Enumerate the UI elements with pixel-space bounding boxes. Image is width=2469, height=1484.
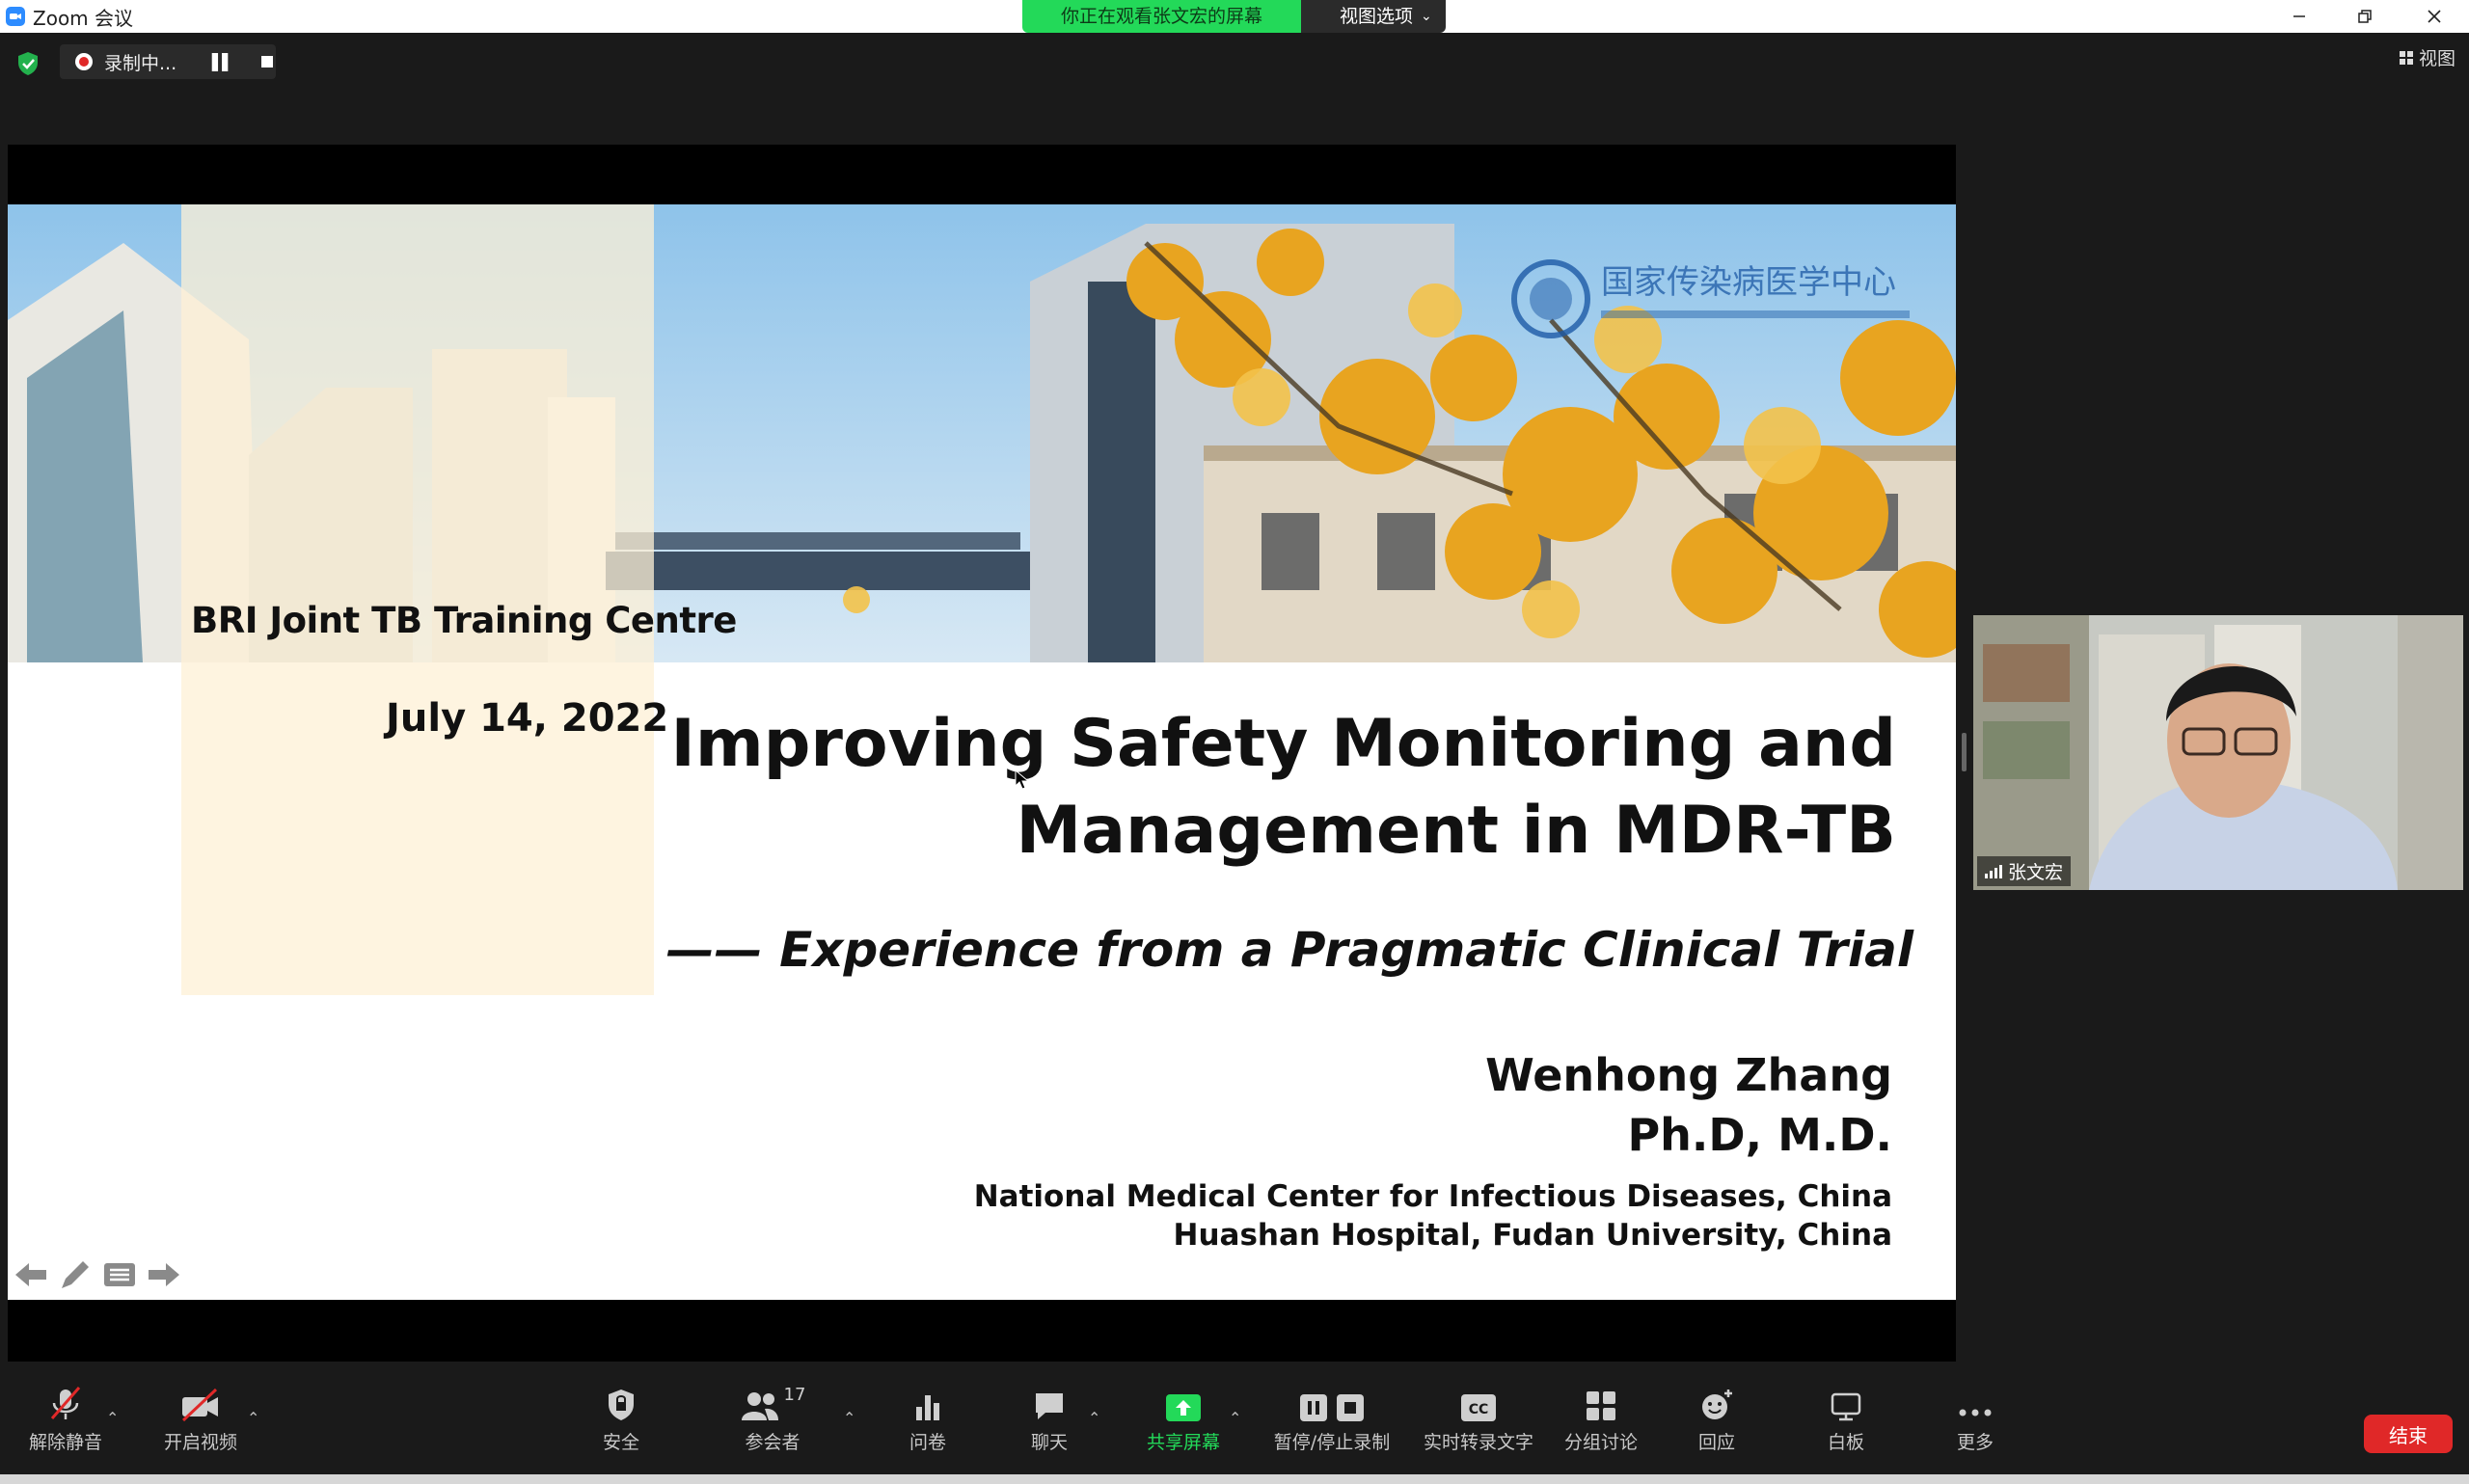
participant-name: 张文宏 (2008, 862, 2064, 883)
slideshow-controls (14, 1257, 181, 1292)
view-options-button[interactable]: 视图选项 ⌄ (1301, 0, 1446, 33)
participants-count: 17 (783, 1385, 806, 1405)
participant-video-tile[interactable]: 张文宏 (1973, 615, 2463, 890)
close-button[interactable] (2401, 0, 2467, 33)
restore-icon (2358, 10, 2372, 23)
svg-text:CC: CC (1469, 1402, 1489, 1417)
reactions-button[interactable]: 回应 (1690, 1374, 1744, 1474)
logo-text: 国家传染病医学中心 (1601, 263, 1896, 302)
grid-icon (2399, 50, 2413, 65)
slide-subtitle: —— Experience from a Pragmatic Clinical … (665, 922, 1913, 978)
more-button[interactable]: 更多 (1948, 1374, 2002, 1474)
mouse-cursor-icon (1015, 769, 1030, 790)
author-degree: Ph.D, M.D. (1627, 1109, 1892, 1161)
view-button[interactable]: 视图 (2399, 44, 2455, 70)
audio-options-chevron-icon[interactable]: ⌃ (106, 1409, 119, 1427)
meeting-top-strip: 录制中... ▌▌ 视图 (0, 33, 2469, 89)
whiteboard-icon (1831, 1392, 1861, 1421)
share-screen-label: 共享屏幕 (1146, 1432, 1220, 1453)
pause-stop-recording-label: 暂停/停止录制 (1273, 1432, 1391, 1453)
connection-signal-icon (1985, 864, 2002, 878)
breakout-rooms-label: 分组讨论 (1563, 1432, 1638, 1453)
participants-icon (741, 1392, 778, 1420)
share-notice: 你正在观看张文宏的屏幕 (1022, 0, 1302, 33)
share-options-chevron-icon[interactable]: ⌃ (1229, 1409, 1241, 1427)
affiliation-line1: National Medical Center for Infectious D… (973, 1179, 1892, 1214)
unmute-label: 解除静音 (28, 1432, 102, 1453)
stop-recording-icon[interactable] (260, 56, 273, 67)
shield-icon (609, 1390, 634, 1420)
share-screen-button[interactable]: 共享屏幕 (1138, 1374, 1229, 1474)
shared-screen: 国家传染病医学中心 BRI Joint TB Training Centre J… (8, 145, 1956, 1362)
whiteboard-label: 白板 (1827, 1432, 1864, 1453)
pause-icon (1300, 1394, 1327, 1421)
training-centre-label: BRI Joint TB Training Centre (191, 600, 737, 641)
zoom-logo-icon (6, 7, 25, 26)
chat-chevron-icon[interactable]: ⌃ (1088, 1409, 1100, 1427)
meeting-toolbar: 解除静音 ⌃ 开启视频 ⌃ 安全 17 参会者 ⌃ 问卷 聊天 ⌃ 共享屏幕 ⌃… (0, 1374, 2469, 1474)
end-meeting-button[interactable]: 结束 (2364, 1415, 2453, 1453)
more-label: 更多 (1956, 1432, 1994, 1453)
closed-captions-icon: CC (1461, 1394, 1496, 1421)
recording-label: 录制中... (104, 52, 177, 74)
panel-resize-handle[interactable] (1962, 733, 1967, 771)
participant-name-tag: 张文宏 (1977, 856, 2072, 886)
affiliation-line2: Huashan Hospital, Fudan University, Chin… (1173, 1218, 1892, 1253)
participant-video-feed (1973, 615, 2463, 890)
breakout-rooms-icon (1587, 1391, 1615, 1420)
polls-label: 问卷 (909, 1432, 946, 1453)
minimize-icon (2293, 15, 2305, 17)
smiley-icon (1702, 1390, 1732, 1419)
record-icon (75, 53, 93, 70)
polls-button[interactable]: 问卷 (901, 1374, 955, 1474)
reactions-label: 回应 (1697, 1432, 1735, 1453)
minimize-button[interactable] (2266, 0, 2332, 33)
window-title: Zoom 会议 (33, 6, 134, 30)
arrow-right-icon[interactable] (147, 1260, 181, 1289)
restore-button[interactable] (2332, 0, 2398, 33)
participants-label: 参会者 (745, 1432, 800, 1453)
live-transcript-button[interactable]: CC 实时转录文字 (1422, 1374, 1535, 1474)
unmute-button[interactable]: 解除静音 (23, 1374, 108, 1474)
pause-recording-icon[interactable]: ▌▌ (212, 53, 234, 71)
start-video-button[interactable]: 开启视频 (158, 1374, 243, 1474)
microphone-muted-icon (50, 1387, 81, 1419)
live-transcript-label: 实时转录文字 (1423, 1432, 1533, 1453)
participants-chevron-icon[interactable]: ⌃ (843, 1409, 855, 1427)
view-label: 视图 (2418, 48, 2455, 69)
bar-chart-icon (916, 1395, 939, 1420)
slide-title-line1: Improving Safety Monitoring and (670, 706, 1896, 782)
pause-stop-recording-button[interactable]: 暂停/停止录制 (1269, 1374, 1395, 1474)
view-options-label: 视图选项 (1340, 6, 1414, 27)
video-camera-off-icon (181, 1388, 218, 1422)
close-icon (2428, 10, 2441, 23)
stop-icon (1337, 1394, 1364, 1421)
arrow-left-icon[interactable] (14, 1260, 48, 1289)
author-name: Wenhong Zhang (1485, 1049, 1892, 1101)
slide-date: July 14, 2022 (386, 696, 669, 741)
more-dots-icon (1959, 1409, 1992, 1417)
video-options-chevron-icon[interactable]: ⌃ (247, 1409, 259, 1427)
share-screen-icon (1166, 1394, 1201, 1421)
pen-icon[interactable] (58, 1257, 93, 1292)
chat-bubble-icon (1036, 1393, 1063, 1419)
title-bar: Zoom 会议 你正在观看张文宏的屏幕 视图选项 ⌄ (0, 0, 2469, 33)
chevron-down-icon: ⌄ (1421, 9, 1432, 24)
slides-menu-icon[interactable] (102, 1260, 137, 1289)
breakout-rooms-button[interactable]: 分组讨论 (1562, 1374, 1640, 1474)
security-button[interactable]: 安全 (594, 1374, 648, 1474)
chat-label: 聊天 (1030, 1432, 1068, 1453)
encryption-shield-icon[interactable] (15, 50, 41, 77)
presentation-slide: 国家传染病医学中心 BRI Joint TB Training Centre J… (8, 204, 1956, 1300)
taskbar-edge (0, 1474, 2469, 1484)
start-video-label: 开启视频 (163, 1432, 237, 1453)
security-label: 安全 (602, 1432, 639, 1453)
slide-title-line2: Management in MDR-TB (1016, 793, 1896, 869)
recording-indicator: 录制中... ▌▌ (60, 44, 276, 79)
chat-button[interactable]: 聊天 (1022, 1374, 1076, 1474)
whiteboard-button[interactable]: 白板 (1819, 1374, 1873, 1474)
participants-button[interactable]: 17 参会者 (739, 1374, 806, 1474)
share-status-pill: 你正在观看张文宏的屏幕 视图选项 ⌄ (1022, 0, 1446, 33)
